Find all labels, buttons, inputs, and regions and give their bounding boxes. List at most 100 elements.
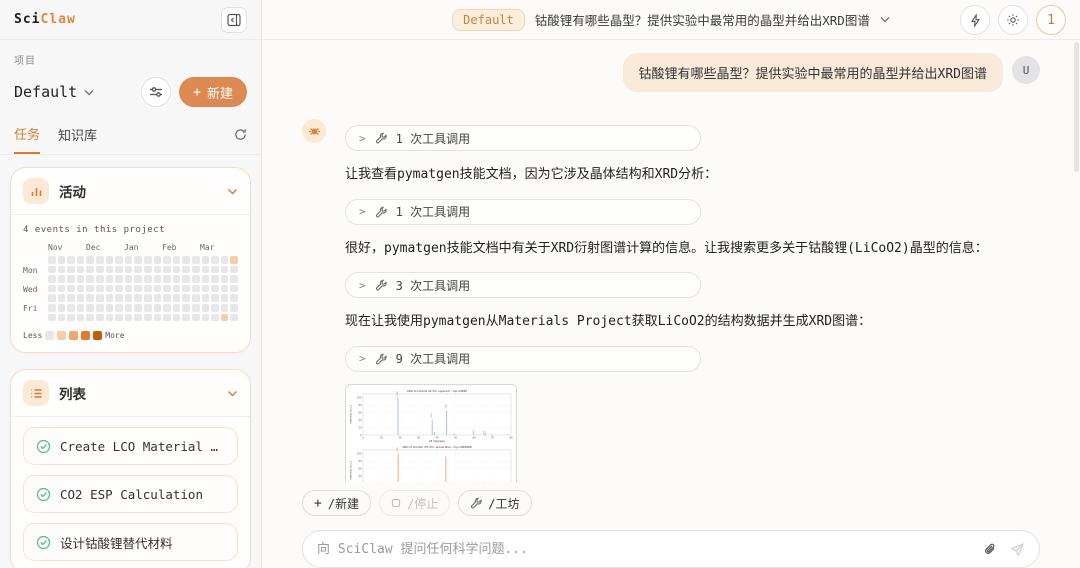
heatmap-cell	[125, 266, 133, 274]
heatmap-cell	[192, 314, 200, 322]
heatmap-cell	[144, 294, 152, 302]
tool-calls-label: 1 次工具调用	[396, 130, 470, 147]
plus-icon: +	[193, 85, 201, 100]
heatmap-cell	[230, 256, 238, 264]
heatmap-cell	[67, 266, 75, 274]
heatmap-cell	[221, 266, 229, 274]
project-badge: Default	[452, 9, 525, 31]
heatmap-cell	[173, 266, 181, 274]
heatmap-cell	[144, 275, 152, 283]
list-item[interactable]: 设计钴酸锂替代材料	[23, 523, 238, 561]
heatmap-cell	[106, 304, 114, 312]
heatmap-cell	[106, 275, 114, 283]
conversation-title-dropdown[interactable]: Default 钴酸锂有哪些晶型？提供实验中最常用的晶型并给出XRD图谱	[452, 9, 890, 31]
tool-calls-expander[interactable]: >9 次工具调用	[345, 346, 701, 372]
heatmap-cell	[202, 294, 210, 302]
svg-text:80: 80	[358, 404, 362, 407]
heatmap-cell	[77, 314, 85, 322]
svg-text:30: 30	[417, 436, 421, 439]
composer-action-wrench-button[interactable]: /工坊	[458, 490, 531, 516]
heatmap-cell	[163, 266, 171, 274]
heatmap-cell	[96, 266, 104, 274]
sidebar-collapse-button[interactable]	[221, 7, 247, 33]
heatmap-cell	[230, 275, 238, 283]
heatmap-cell	[202, 266, 210, 274]
refresh-icon[interactable]	[234, 128, 247, 149]
heatmap-cell	[67, 304, 75, 312]
heatmap-cell	[115, 275, 123, 283]
wrench-icon	[375, 353, 387, 365]
heatmap-cell	[221, 275, 229, 283]
chevron-down-icon	[84, 89, 94, 96]
heatmap-cell	[106, 314, 114, 322]
new-project-button[interactable]: + 新建	[179, 77, 247, 107]
assistant-text: 很好，pymatgen技能文档中有关于XRD衍射图谱计算的信息。让我搜索更多关于…	[345, 239, 1040, 259]
legend-less-label: Less	[23, 331, 42, 340]
lightning-icon	[969, 14, 982, 27]
assistant-message-row: >1 次工具调用让我查看pymatgen技能文档，因为它涉及晶体结构和XRD分析…	[302, 114, 1040, 482]
svg-text:60: 60	[358, 411, 362, 414]
svg-text:50: 50	[454, 436, 458, 439]
tool-calls-expander[interactable]: >1 次工具调用	[345, 125, 701, 151]
heatmap-cell	[154, 304, 162, 312]
svg-text:XRD of LiCoO2 (Fd-3m, spinel-l: XRD of LiCoO2 (Fd-3m, spinel-like) - mp-…	[402, 444, 471, 448]
heatmap-cell	[67, 256, 75, 264]
heatmap-cell	[48, 266, 56, 274]
composer-action-stop-button[interactable]: /停止	[379, 490, 450, 516]
wrench-icon	[375, 132, 387, 144]
notification-count-button[interactable]: 1	[1036, 5, 1066, 35]
project-section: 项目 Default + 新建	[0, 40, 261, 111]
chevron-down-icon	[227, 188, 238, 195]
activity-card: 活动 4 events in this project NovDecJanFeb…	[10, 167, 251, 353]
assistant-content: >1 次工具调用让我查看pymatgen技能文档，因为它涉及晶体结构和XRD分析…	[345, 114, 1040, 482]
quick-actions-button[interactable]	[960, 5, 990, 35]
composer-action-plus-button[interactable]: +/新建	[302, 490, 371, 516]
heatmap-cell	[48, 256, 56, 264]
project-dropdown[interactable]: Default	[14, 83, 94, 101]
heatmap-cell	[182, 314, 190, 322]
xrd-chart: 01020304050607080020406080100(003)(101)(…	[348, 387, 514, 443]
settings-button[interactable]	[998, 5, 1028, 35]
tab-knowledge-base[interactable]: 知识库	[58, 125, 97, 153]
list-item[interactable]: CO2 ESP Calculation	[23, 475, 238, 513]
heatmap-cell	[211, 256, 219, 264]
svg-text:2θ (degrees): 2θ (degrees)	[429, 438, 445, 442]
xrd-result-image[interactable]: 01020304050607080020406080100(003)(101)(…	[345, 384, 517, 483]
heatmap-cell	[163, 256, 171, 264]
svg-text:80: 80	[509, 436, 513, 439]
chat-scrollbar[interactable]	[1074, 42, 1079, 556]
heatmap-cell	[134, 266, 142, 274]
message-input[interactable]	[317, 542, 971, 557]
heatmap-cell	[211, 275, 219, 283]
legend-more-label: More	[105, 331, 124, 340]
heatmap-cell	[173, 285, 181, 293]
heatmap-cell	[182, 256, 190, 264]
svg-text:20: 20	[398, 436, 402, 439]
project-settings-button[interactable]	[141, 77, 171, 107]
attach-file-button[interactable]	[983, 542, 998, 557]
heatmap-cell	[86, 285, 94, 293]
send-button[interactable]	[1010, 542, 1025, 557]
brand-claw: Claw	[40, 12, 75, 27]
heatmap-cell	[230, 294, 238, 302]
tab-tasks[interactable]: 任务	[14, 124, 40, 154]
heatmap-cell	[230, 266, 238, 274]
list-card-header[interactable]: 列表	[11, 370, 250, 416]
heatmap-cell	[221, 314, 229, 322]
heatmap-cell	[182, 304, 190, 312]
tool-calls-label: 3 次工具调用	[396, 277, 470, 294]
heatmap-cell	[202, 256, 210, 264]
heatmap-cell	[230, 304, 238, 312]
heatmap-cell	[106, 285, 114, 293]
tool-calls-expander[interactable]: >3 次工具调用	[345, 272, 701, 298]
list-item[interactable]: Create LCO Material Pr…	[23, 427, 238, 465]
wrench-icon	[375, 279, 387, 291]
tool-calls-expander[interactable]: >1 次工具调用	[345, 199, 701, 225]
heatmap-cell	[125, 304, 133, 312]
heatmap-cell	[144, 285, 152, 293]
heatmap-cell	[96, 275, 104, 283]
heatmap-cell	[173, 314, 181, 322]
heatmap-cell	[86, 314, 94, 322]
svg-text:60: 60	[358, 467, 362, 470]
activity-card-header[interactable]: 活动	[11, 168, 250, 214]
